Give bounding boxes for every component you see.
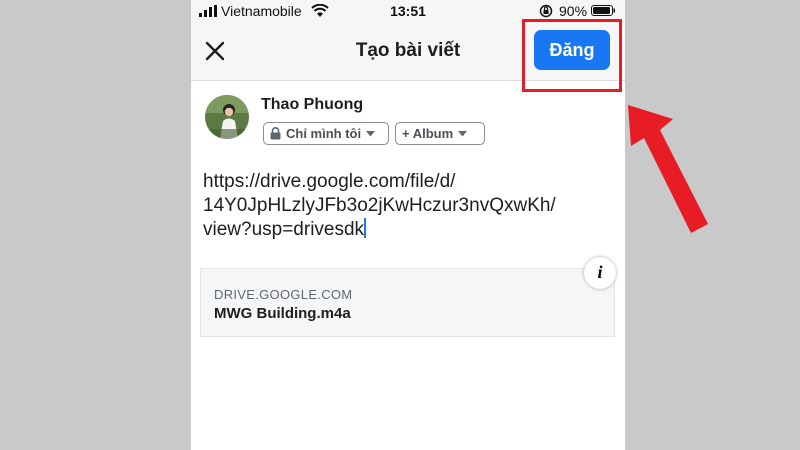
link-preview-card[interactable]: DRIVE.GOOGLE.COM MWG Building.m4a xyxy=(200,268,615,337)
post-text-line-content: view?usp=drivesdk xyxy=(203,219,365,240)
info-button[interactable]: i xyxy=(584,257,616,289)
chevron-down-icon xyxy=(458,130,468,136)
annotation-arrow-icon xyxy=(628,105,708,233)
album-selector[interactable]: + Album xyxy=(395,122,485,145)
link-domain: DRIVE.GOOGLE.COM xyxy=(214,287,353,302)
post-text-input[interactable]: https://drive.google.com/file/d/ 14Y0JpH… xyxy=(203,170,613,242)
text-cursor xyxy=(364,218,366,238)
chevron-down-icon xyxy=(366,130,376,136)
close-icon[interactable] xyxy=(203,39,227,63)
privacy-selector[interactable]: Chỉ mình tôi xyxy=(263,122,389,145)
annotation-highlight-box xyxy=(522,19,622,92)
avatar-image xyxy=(205,95,249,139)
info-icon: i xyxy=(597,262,603,282)
lock-icon xyxy=(270,127,281,140)
privacy-label: Chỉ mình tôi xyxy=(286,126,362,141)
album-label: + Album xyxy=(402,126,454,141)
post-text-line: https://drive.google.com/file/d/ xyxy=(203,171,456,192)
author-name: Thao Phuong xyxy=(261,96,364,113)
post-text-line: view?usp=drivesdk xyxy=(203,218,613,242)
link-title: MWG Building.m4a xyxy=(214,305,351,322)
rotation-lock-icon xyxy=(539,4,553,18)
battery-icon xyxy=(591,5,615,16)
avatar[interactable] xyxy=(205,95,249,139)
battery-percent: 90% xyxy=(559,3,588,19)
post-text-line: 14Y0JpHLzlyJFb3o2jKwHczur3nvQxwKh/ xyxy=(203,195,556,216)
